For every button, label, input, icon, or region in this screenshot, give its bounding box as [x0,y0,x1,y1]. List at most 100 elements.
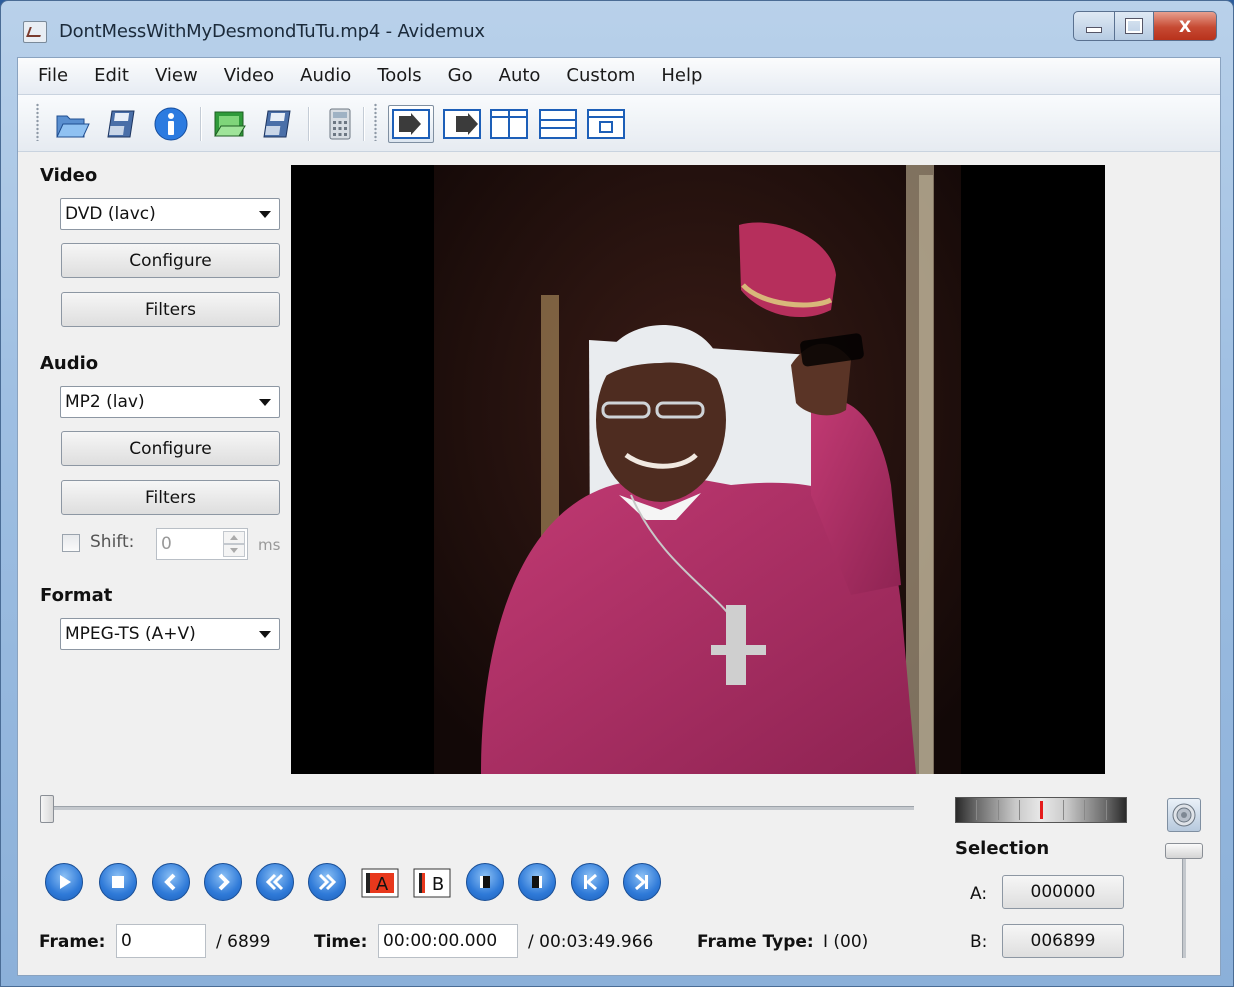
close-button[interactable]: X [1154,11,1217,41]
menu-auto[interactable]: Auto [486,58,554,94]
toolbar-separator [308,107,310,141]
selection-b-button[interactable]: 006899 [1002,924,1124,958]
next-black-frame-icon [532,876,542,888]
app-window: DontMessWithMyDesmondTuTu.mp4 - Avidemux… [0,0,1234,987]
menu-edit[interactable]: Edit [81,58,142,94]
audio-filters-button[interactable]: Filters [61,480,280,515]
goto-first-frame-button[interactable] [571,863,609,901]
svg-text:B: B [432,874,444,895]
shift-checkbox[interactable] [62,534,80,552]
top-bottom-icon[interactable] [536,105,580,143]
toolbar-separator [200,107,202,141]
meter-tick [1063,800,1064,820]
menu-tools[interactable]: Tools [364,58,434,94]
video-preview[interactable] [291,165,1105,774]
audio-codec-value: MP2 (lav) [65,392,145,412]
menu-view[interactable]: View [142,58,211,94]
title-bar[interactable]: DontMessWithMyDesmondTuTu.mp4 - Avidemux… [1,1,1233,57]
timeline-thumb[interactable] [40,795,54,823]
chevron-down-icon [259,631,271,638]
volume-thumb[interactable] [1165,843,1203,859]
open-folder-icon[interactable] [53,105,91,143]
stop-button[interactable] [99,863,137,901]
menu-audio[interactable]: Audio [287,58,364,94]
frame-type-label: Frame Type: [697,932,814,952]
audio-codec-select[interactable]: MP2 (lav) [60,386,280,418]
menu-help[interactable]: Help [648,58,715,94]
next-frame-icon [218,873,230,891]
next-black-frame-button[interactable] [518,863,556,901]
toolbar-separator [363,107,365,141]
window-title: DontMessWithMyDesmondTuTu.mp4 - Avidemux [59,21,485,42]
time-total: / 00:03:49.966 [528,932,654,952]
previous-keyframe-icon [265,873,284,891]
shift-value: 0 [161,534,172,554]
maximize-icon [1125,18,1143,34]
audio-section-label: Audio [40,353,99,374]
toolbar-grip[interactable] [374,103,377,141]
audio-configure-button[interactable]: Configure [61,431,280,466]
video-codec-select[interactable]: DVD (lavc) [60,198,280,230]
set-marker-a-button[interactable]: A [361,866,399,900]
video-section-label: Video [40,165,98,186]
menu-file[interactable]: File [18,58,81,94]
stepper-down-icon[interactable] [223,544,245,557]
format-select[interactable]: MPEG-TS (A+V) [60,618,280,650]
time-input[interactable]: 00:00:00.000 [378,924,518,958]
menu-custom[interactable]: Custom [553,58,648,94]
goto-last-frame-icon [635,873,648,891]
selection-a-button[interactable]: 000000 [1002,875,1124,909]
shift-stepper[interactable]: 0 [156,528,248,560]
frame-label: Frame: [39,932,106,952]
play-icon [60,875,71,889]
next-frame-button[interactable] [204,863,242,901]
stepper-up-icon[interactable] [223,531,245,544]
speaker-icon [1172,803,1196,827]
video-configure-button[interactable]: Configure [61,243,280,278]
save-video-icon[interactable] [259,105,297,143]
toolbar-grip[interactable] [36,103,39,141]
calculator-icon[interactable] [321,105,359,143]
time-label: Time: [314,932,368,952]
display-input-icon[interactable] [388,105,434,143]
previous-keyframe-button[interactable] [256,863,294,901]
previous-frame-button[interactable] [152,863,190,901]
info-icon[interactable] [152,105,190,143]
volume-button[interactable] [1167,798,1201,832]
selection-b-label: B: [970,932,988,952]
avidemux-app-icon[interactable] [23,21,47,43]
set-marker-a-icon: A [361,868,399,898]
video-frame-image [291,165,1105,774]
timeline-track[interactable] [44,806,914,810]
set-marker-b-button[interactable]: B [413,866,451,900]
previous-black-frame-icon [480,876,490,888]
frame-input[interactable]: 0 [116,924,206,958]
chevron-down-icon [259,211,271,218]
frame-total: / 6899 [216,932,271,952]
save-icon[interactable] [103,105,141,143]
open-video-icon[interactable] [210,105,248,143]
client-area: File Edit View Video Audio Tools Go Auto… [17,57,1221,976]
maximize-button[interactable] [1115,11,1154,41]
set-marker-b-icon: B [413,868,451,898]
menu-video[interactable]: Video [211,58,287,94]
selection-title: Selection [955,838,1050,859]
meter-tick [1084,800,1085,820]
toolbar [18,95,1220,152]
minimize-button[interactable] [1073,11,1115,41]
volume-track[interactable] [1182,848,1186,958]
side-by-side-icon[interactable] [488,105,530,143]
format-section-label: Format [40,585,113,606]
play-button[interactable] [45,863,83,901]
previous-black-frame-button[interactable] [466,863,504,901]
menu-go[interactable]: Go [435,58,486,94]
video-filters-button[interactable]: Filters [61,292,280,327]
display-output-icon[interactable] [440,105,484,143]
svg-text:A: A [376,874,389,895]
goto-last-frame-button[interactable] [623,863,661,901]
meter-needle [1040,801,1043,819]
frame-type-value: I (00) [823,932,869,952]
next-keyframe-button[interactable] [308,863,346,901]
preview-icon[interactable] [584,105,628,143]
shift-label: Shift: [90,532,135,552]
